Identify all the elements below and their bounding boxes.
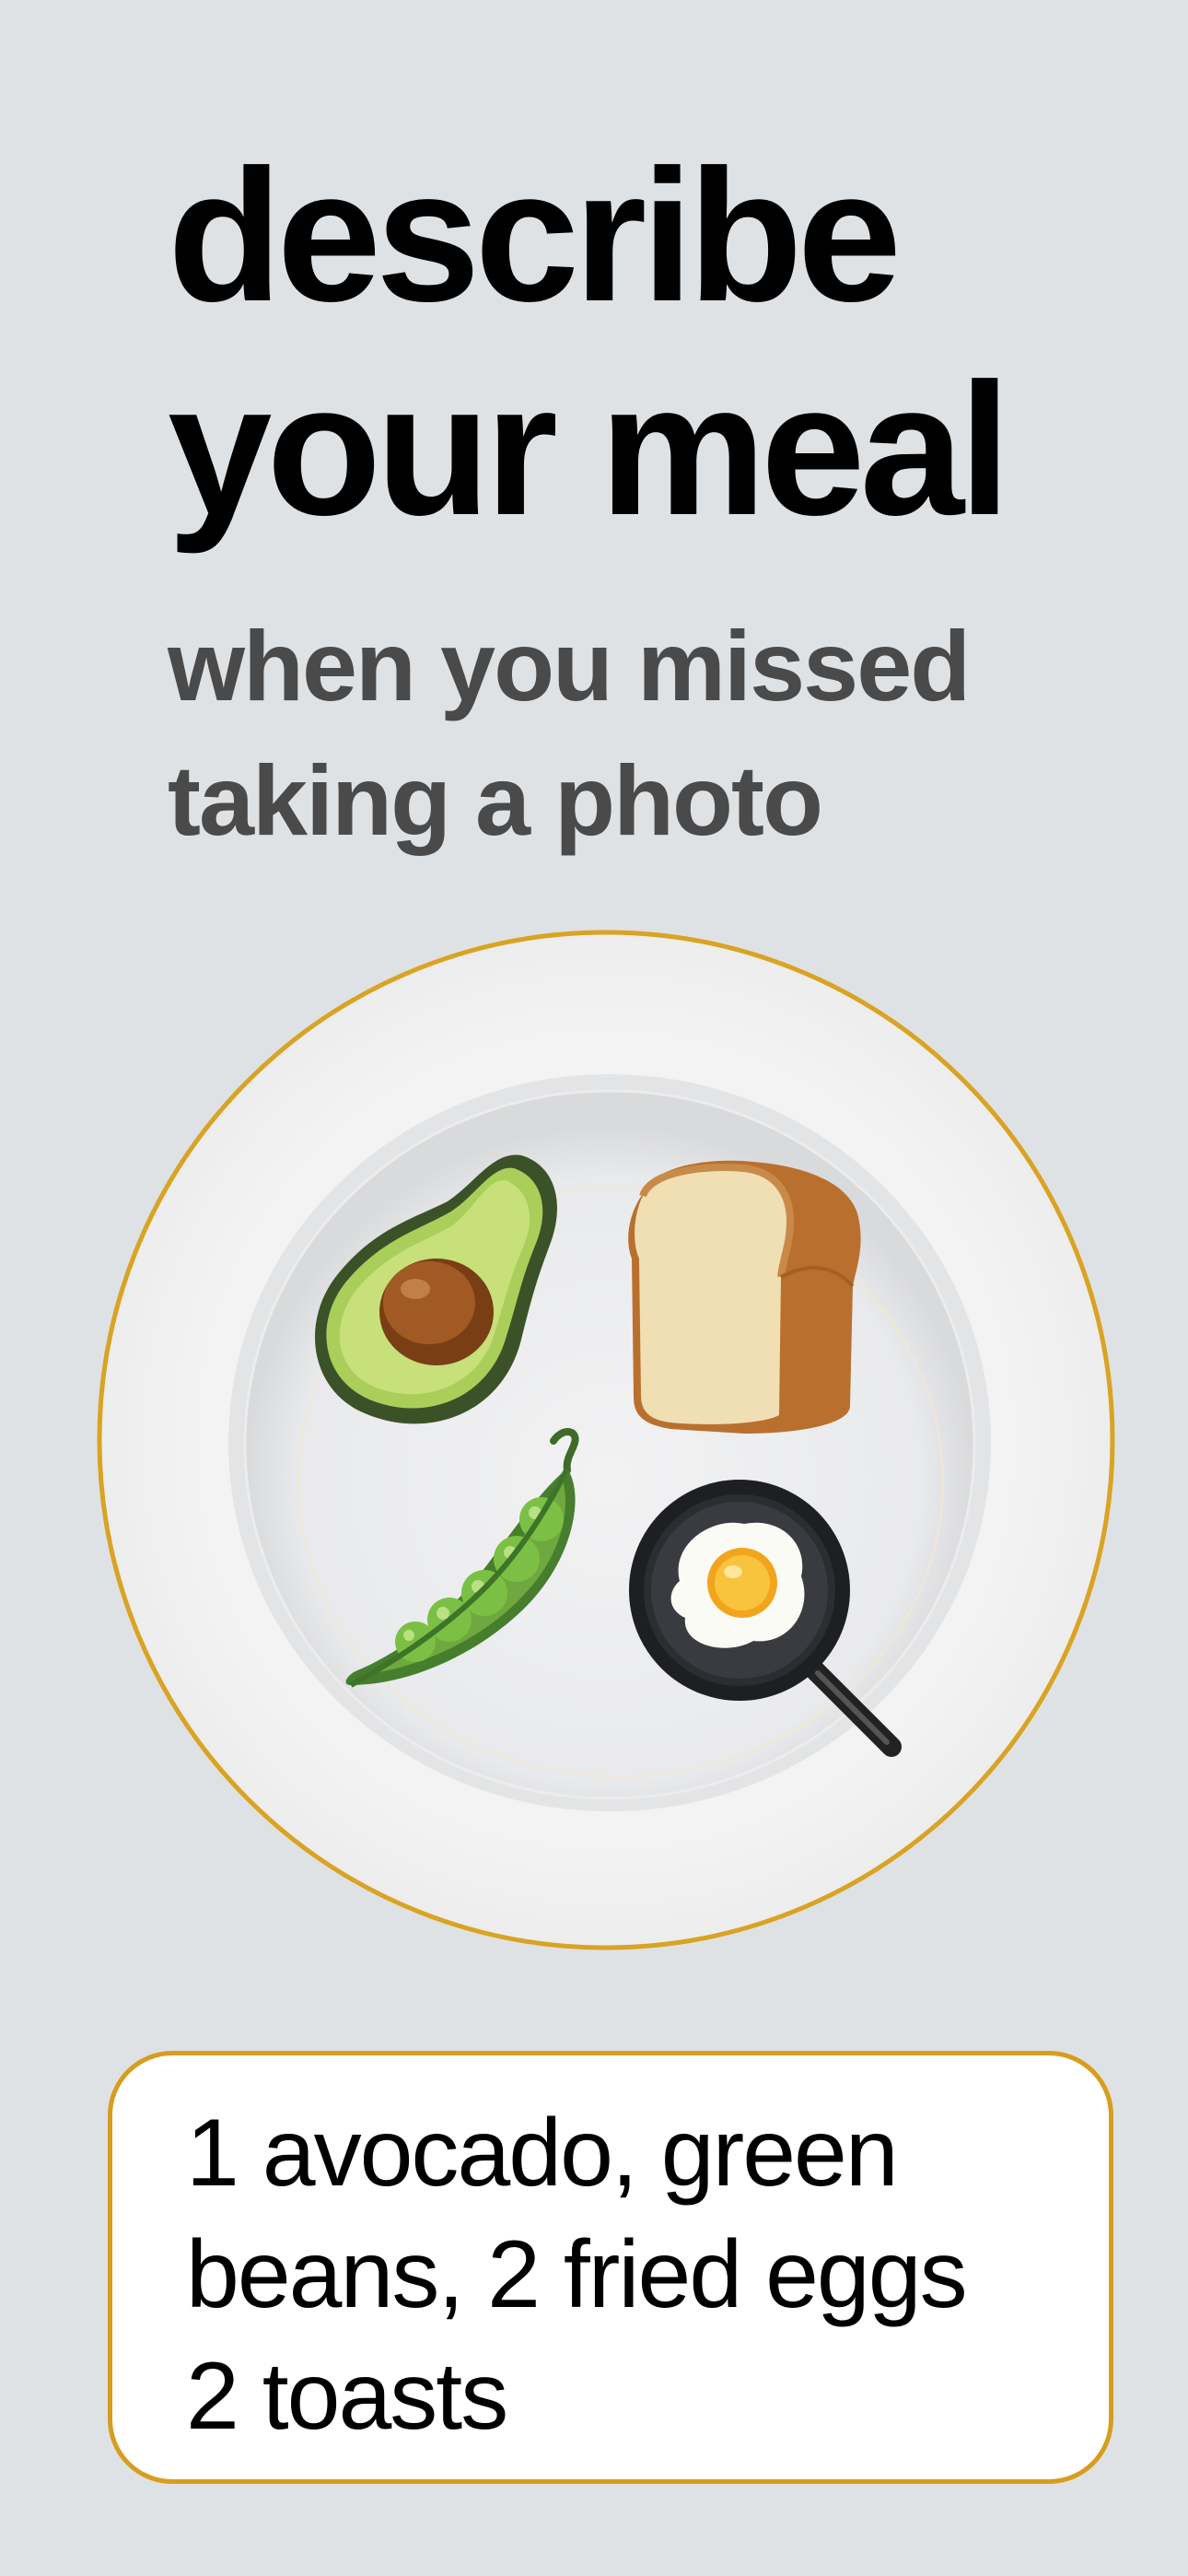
plate-illustration	[96, 929, 1116, 1951]
meal-line-2: beans, 2 fried eggs	[186, 2221, 968, 2328]
headline-line-2: your meal	[168, 345, 1011, 555]
plate-icon	[97, 930, 1115, 1950]
meal-line-1: 1 avocado, green	[186, 2100, 899, 2207]
meal-line-3: 2 toasts	[186, 2343, 508, 2450]
subtitle-line-1: when you missed	[168, 610, 971, 721]
bread-icon	[628, 1160, 861, 1434]
page-subtitle: when you missed taking a photo	[168, 599, 1135, 868]
fried-egg-pan-icon	[629, 1480, 902, 1757]
subtitle-line-2: taking a photo	[168, 744, 823, 856]
headline-line-1: describe	[168, 131, 902, 341]
avocado-icon	[315, 1154, 557, 1424]
page-title: describe your meal	[168, 129, 1135, 556]
meal-description-input[interactable]: 1 avocado, green beans, 2 fried eggs 2 t…	[108, 2051, 1113, 2484]
pea-pod-icon	[345, 1428, 579, 1688]
